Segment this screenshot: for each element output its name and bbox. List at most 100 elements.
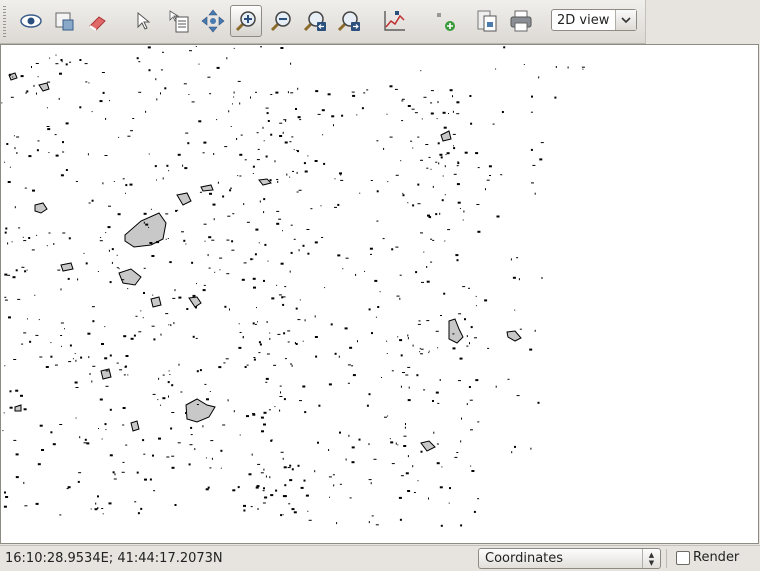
map-point — [254, 323, 257, 325]
map-point — [83, 252, 85, 254]
print-icon[interactable] — [505, 5, 537, 37]
map-point — [290, 363, 292, 365]
map-point — [477, 230, 481, 233]
map-point — [290, 251, 293, 254]
map-point — [259, 200, 261, 203]
map-point — [540, 142, 544, 144]
map-point — [41, 449, 44, 451]
map-point — [352, 374, 356, 377]
map-point — [488, 165, 492, 168]
map-point — [462, 219, 464, 221]
map-point — [400, 385, 402, 388]
map-point — [18, 227, 21, 229]
map-point — [60, 174, 64, 177]
view-mode-select[interactable]: 2D view — [551, 9, 637, 31]
map-point — [60, 288, 62, 291]
map-point — [113, 478, 117, 480]
map-point — [79, 106, 82, 109]
map-point — [13, 135, 15, 137]
map-point — [13, 439, 17, 441]
map-point — [226, 273, 230, 275]
map-point — [48, 152, 50, 153]
map-point — [209, 192, 212, 195]
pan-icon[interactable] — [197, 5, 229, 37]
map-point — [289, 479, 293, 482]
map-point — [359, 192, 361, 194]
zoom-in-icon[interactable] — [230, 5, 262, 37]
map-point — [399, 274, 402, 276]
map-point — [361, 107, 364, 110]
map-point — [1, 102, 3, 104]
arrow-pointer-icon[interactable] — [128, 5, 160, 37]
map-point — [439, 379, 441, 381]
map-point — [87, 332, 91, 335]
identify-icon[interactable] — [163, 5, 195, 37]
map-point — [280, 262, 284, 265]
copy-map-icon[interactable] — [471, 5, 503, 37]
display-mode-select[interactable]: Coordinates ▲ ▼ — [478, 548, 661, 569]
map-point — [92, 365, 96, 367]
profile-chart-icon[interactable] — [378, 5, 410, 37]
map-point — [436, 462, 440, 465]
map-canvas[interactable] — [0, 44, 759, 544]
map-point — [143, 212, 147, 215]
map-point — [212, 203, 216, 206]
map-point — [224, 305, 227, 308]
map-point — [296, 149, 298, 151]
map-point — [108, 249, 110, 252]
updown-arrow-icon[interactable]: ▲ ▼ — [642, 549, 660, 568]
map-point — [216, 66, 220, 69]
map-point — [90, 508, 92, 510]
map-point — [324, 287, 326, 289]
map-point — [532, 164, 536, 166]
toolbar-grip[interactable] — [3, 6, 6, 38]
map-point — [370, 253, 372, 255]
map-point — [531, 182, 534, 184]
map-point — [6, 143, 9, 145]
map-point — [55, 154, 59, 157]
map-point — [464, 318, 466, 321]
map-point — [351, 446, 355, 449]
map-point — [4, 161, 6, 163]
map-point — [239, 175, 242, 177]
map-point — [190, 426, 193, 429]
map-point — [118, 136, 120, 138]
map-point — [426, 320, 430, 322]
map-point — [299, 400, 302, 402]
map-point — [280, 451, 284, 453]
map-point — [196, 283, 197, 285]
zoom-out-icon[interactable] — [265, 5, 297, 37]
map-point — [466, 403, 468, 406]
map-point — [136, 57, 139, 60]
map-point — [143, 453, 146, 455]
zoom-previous-icon[interactable] — [299, 5, 331, 37]
map-point — [39, 356, 43, 358]
chevron-down-icon[interactable] — [615, 10, 636, 30]
overview-icon[interactable] — [49, 5, 81, 37]
map-point — [348, 434, 350, 437]
map-point — [270, 133, 273, 136]
map-point — [109, 454, 113, 457]
map-point — [154, 165, 157, 168]
map-point — [23, 240, 27, 242]
map-point — [371, 515, 374, 517]
map-point — [47, 81, 51, 83]
map-point — [97, 495, 99, 498]
render-checkbox[interactable] — [676, 551, 690, 565]
eraser-icon[interactable] — [82, 5, 114, 37]
zoom-next-icon[interactable] — [333, 5, 365, 37]
eye-icon[interactable] — [15, 5, 47, 37]
map-point — [355, 273, 357, 276]
map-point — [204, 383, 207, 385]
map-point — [53, 243, 55, 245]
map-point — [238, 323, 240, 325]
map-point — [252, 413, 256, 416]
map-point — [189, 50, 192, 52]
map-point — [489, 175, 491, 176]
map-point — [237, 80, 241, 82]
map-point — [109, 408, 112, 411]
map-point — [151, 325, 155, 327]
add-point-icon[interactable] — [429, 5, 461, 37]
map-point — [476, 204, 480, 205]
map-point — [148, 226, 150, 228]
